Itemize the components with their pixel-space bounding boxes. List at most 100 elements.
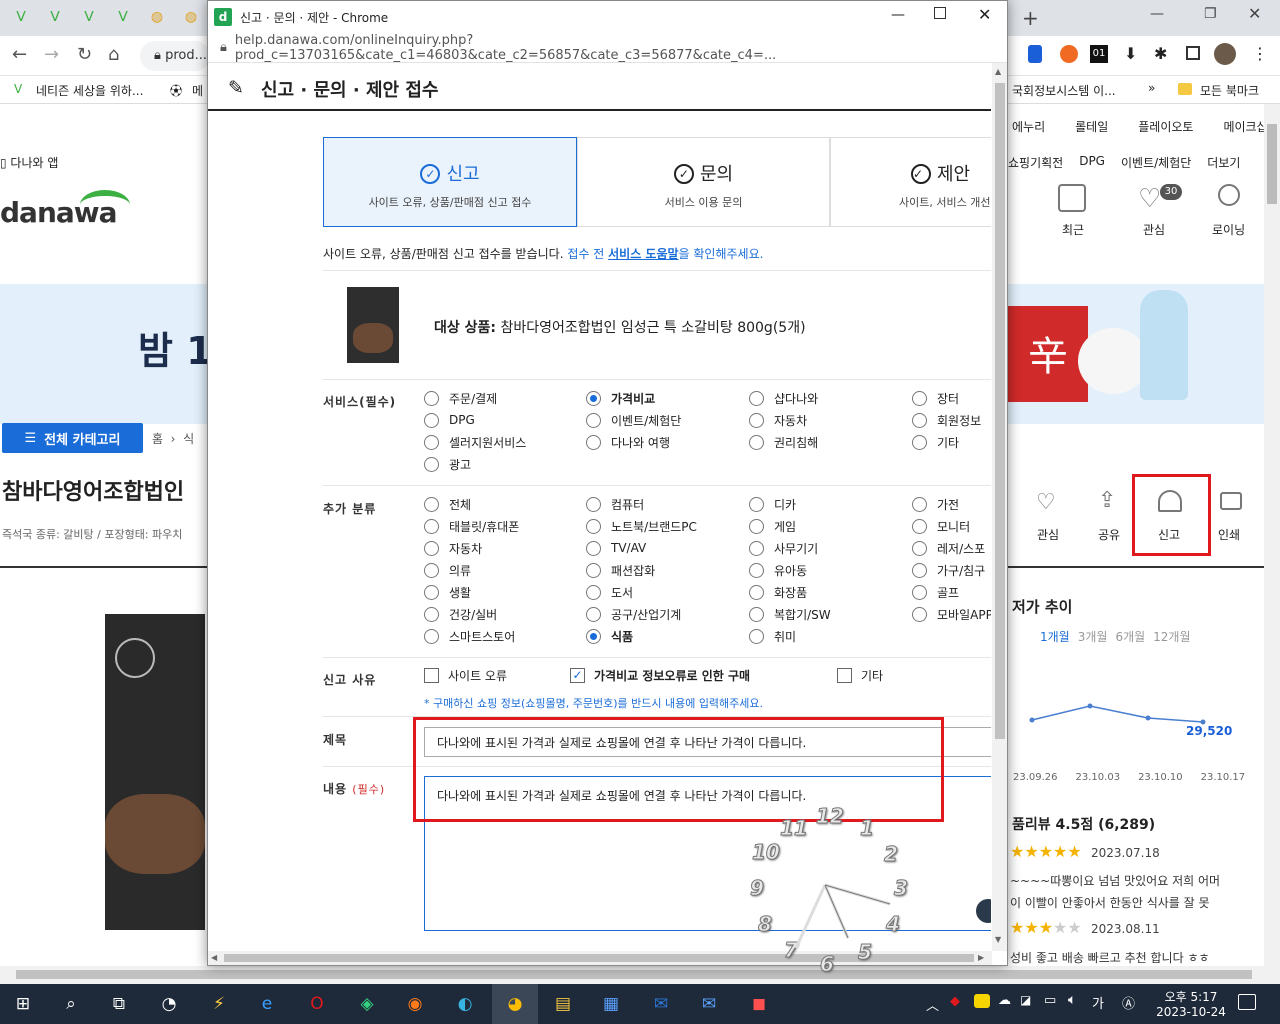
task-view-icon[interactable]: ⧉ (104, 990, 134, 1018)
radio-option[interactable]: 가전 (912, 493, 959, 515)
period-3m[interactable]: 3개월 (1078, 628, 1108, 645)
notification-icon[interactable] (1238, 994, 1256, 1010)
sidepanel-icon[interactable] (1186, 46, 1200, 60)
partner-link[interactable]: 메이크샵 (1223, 118, 1267, 135)
clock-app-icon[interactable]: ◔ (154, 990, 184, 1018)
calculator-icon[interactable]: ▦ (596, 990, 626, 1018)
radio-icon[interactable] (586, 562, 601, 578)
file-explorer-icon[interactable]: ▤ (548, 990, 578, 1018)
radio-option[interactable]: 자동차 (749, 409, 807, 431)
hscrollbar-thumb[interactable] (16, 970, 1252, 979)
forward-icon[interactable]: → (44, 44, 59, 65)
system-clock[interactable]: 오후 5:17 2023-10-24 (1156, 988, 1226, 1019)
extension-shield-icon[interactable] (1028, 45, 1042, 63)
radio-icon[interactable] (749, 412, 764, 428)
popup-titlebar[interactable]: d 신고 · 문의 · 제안 - Chrome — ✕ (208, 1, 1007, 33)
reason-site-error[interactable]: 사이트 오류 (424, 667, 507, 684)
popup-minimize-icon[interactable]: — (891, 7, 905, 23)
popup-url-bar[interactable]: 🔒︎ help.danawa.com/onlineInquiry.php?pro… (208, 33, 1007, 63)
scroll-left-icon[interactable]: ◀ (211, 953, 217, 962)
radio-option[interactable]: 이벤트/체험단 (586, 409, 681, 431)
edge-icon[interactable]: ◐ (450, 990, 480, 1018)
volume-icon[interactable]: 🔈︎ (1068, 992, 1076, 1008)
chat-app-icon[interactable]: ◈ (352, 990, 382, 1018)
opera-icon[interactable]: O (302, 990, 332, 1018)
radio-icon[interactable] (749, 628, 764, 644)
radio-option[interactable]: 의류 (424, 559, 471, 581)
ime-mode-icon[interactable]: Ⓐ (1122, 993, 1135, 1012)
radio-option[interactable]: 식품 (586, 625, 633, 647)
tab-favicon-icon[interactable]: ⴸ (74, 6, 104, 28)
user-icon[interactable] (1218, 184, 1240, 206)
tab-favicon-icon[interactable]: ⴸ (108, 6, 138, 28)
radio-icon[interactable] (424, 412, 439, 428)
popup-scrollbar[interactable]: ▲ ▼ (992, 63, 1007, 951)
extension-b-icon[interactable] (1060, 45, 1078, 63)
heart-icon[interactable]: ♡ (1138, 184, 1161, 214)
app-link[interactable]: ▯ 다나와 앱 (0, 154, 58, 171)
radio-icon[interactable] (424, 628, 439, 644)
radio-icon[interactable] (749, 540, 764, 556)
radio-icon[interactable] (586, 540, 601, 556)
radio-option[interactable]: 도서 (586, 581, 633, 603)
radio-icon[interactable] (912, 584, 927, 600)
share-icon[interactable]: ⇪ (1098, 488, 1116, 513)
radio-option[interactable]: 샵다나와 (749, 387, 818, 409)
report-bell-icon[interactable] (1158, 490, 1182, 512)
radio-icon[interactable] (912, 562, 927, 578)
radio-option[interactable]: 노트북/브랜드PC (586, 515, 697, 537)
ie-icon[interactable]: e (252, 990, 282, 1018)
breadcrumb-home[interactable]: 홈 (152, 432, 163, 446)
radio-option[interactable]: 모니터 (912, 515, 970, 537)
close-icon[interactable]: ✕ (1248, 4, 1261, 23)
radio-icon[interactable] (424, 606, 439, 622)
scroll-down-icon[interactable]: ▼ (995, 935, 1001, 944)
radio-icon[interactable] (424, 496, 439, 512)
sub-link[interactable]: 더보기 (1207, 154, 1240, 171)
service-help-link[interactable]: 서비스 도움말 (608, 247, 678, 261)
kakaotalk-icon[interactable] (974, 994, 990, 1008)
radio-icon[interactable] (912, 518, 927, 534)
popup-close-icon[interactable]: ✕ (978, 5, 991, 24)
radio-icon[interactable] (424, 540, 439, 556)
radio-selected-icon[interactable] (586, 390, 601, 406)
radio-option[interactable]: 장터 (912, 387, 959, 409)
page-hscrollbar[interactable] (0, 966, 1280, 984)
restore-icon[interactable]: ❐ (1204, 6, 1217, 22)
radio-option[interactable]: 모바일APP (912, 603, 991, 625)
popup-scrollbar-thumb[interactable] (995, 83, 1005, 739)
tab-report[interactable]: ✓ 신고 사이트 오류, 상품/판매점 신고 접수 (323, 137, 577, 227)
radio-icon[interactable] (586, 606, 601, 622)
bookmark-item[interactable]: 메 (192, 82, 203, 99)
popup-maximize-icon[interactable] (934, 7, 946, 19)
recent-icon[interactable] (1058, 184, 1086, 212)
radio-option[interactable]: 전체 (424, 493, 471, 515)
radio-icon[interactable] (749, 606, 764, 622)
scroll-up-icon[interactable]: ▲ (995, 67, 1001, 76)
puzzle-icon[interactable]: ✱ (1154, 44, 1167, 63)
minimize-icon[interactable]: — (1150, 6, 1164, 22)
scrollbar-thumb[interactable] (1267, 124, 1277, 204)
network-icon[interactable]: ▭ (1044, 993, 1056, 1008)
partner-link[interactable]: 플레이오토 (1138, 118, 1193, 135)
bookmark-overflow-icon[interactable]: » (1148, 81, 1155, 95)
radio-option[interactable]: 디카 (749, 493, 796, 515)
sub-link[interactable]: DPG (1079, 154, 1105, 171)
radio-option[interactable]: 자동차 (424, 537, 482, 559)
radio-icon[interactable] (749, 496, 764, 512)
partner-link[interactable]: 롤테일 (1075, 118, 1108, 135)
radio-option[interactable]: 화장품 (749, 581, 807, 603)
radio-option[interactable]: TV/AV (586, 537, 646, 559)
radio-option[interactable]: 건강/실버 (424, 603, 497, 625)
tray-app-icon[interactable]: ◆ (950, 994, 960, 1009)
avatar[interactable] (1214, 43, 1236, 65)
radio-option[interactable]: 권리침해 (749, 431, 818, 453)
radio-icon[interactable] (586, 434, 601, 450)
like-icon[interactable]: ♡ (1036, 490, 1056, 515)
outlook-icon[interactable]: ✉ (646, 990, 676, 1018)
bookmark-item[interactable]: 네티즌 세상을 위하... (36, 82, 143, 99)
windows-start-icon[interactable]: ⊞ (8, 990, 38, 1018)
print-icon[interactable] (1220, 492, 1242, 510)
reason-other[interactable]: 기타 (837, 667, 883, 684)
radio-option[interactable]: 가격비교 (586, 387, 655, 409)
